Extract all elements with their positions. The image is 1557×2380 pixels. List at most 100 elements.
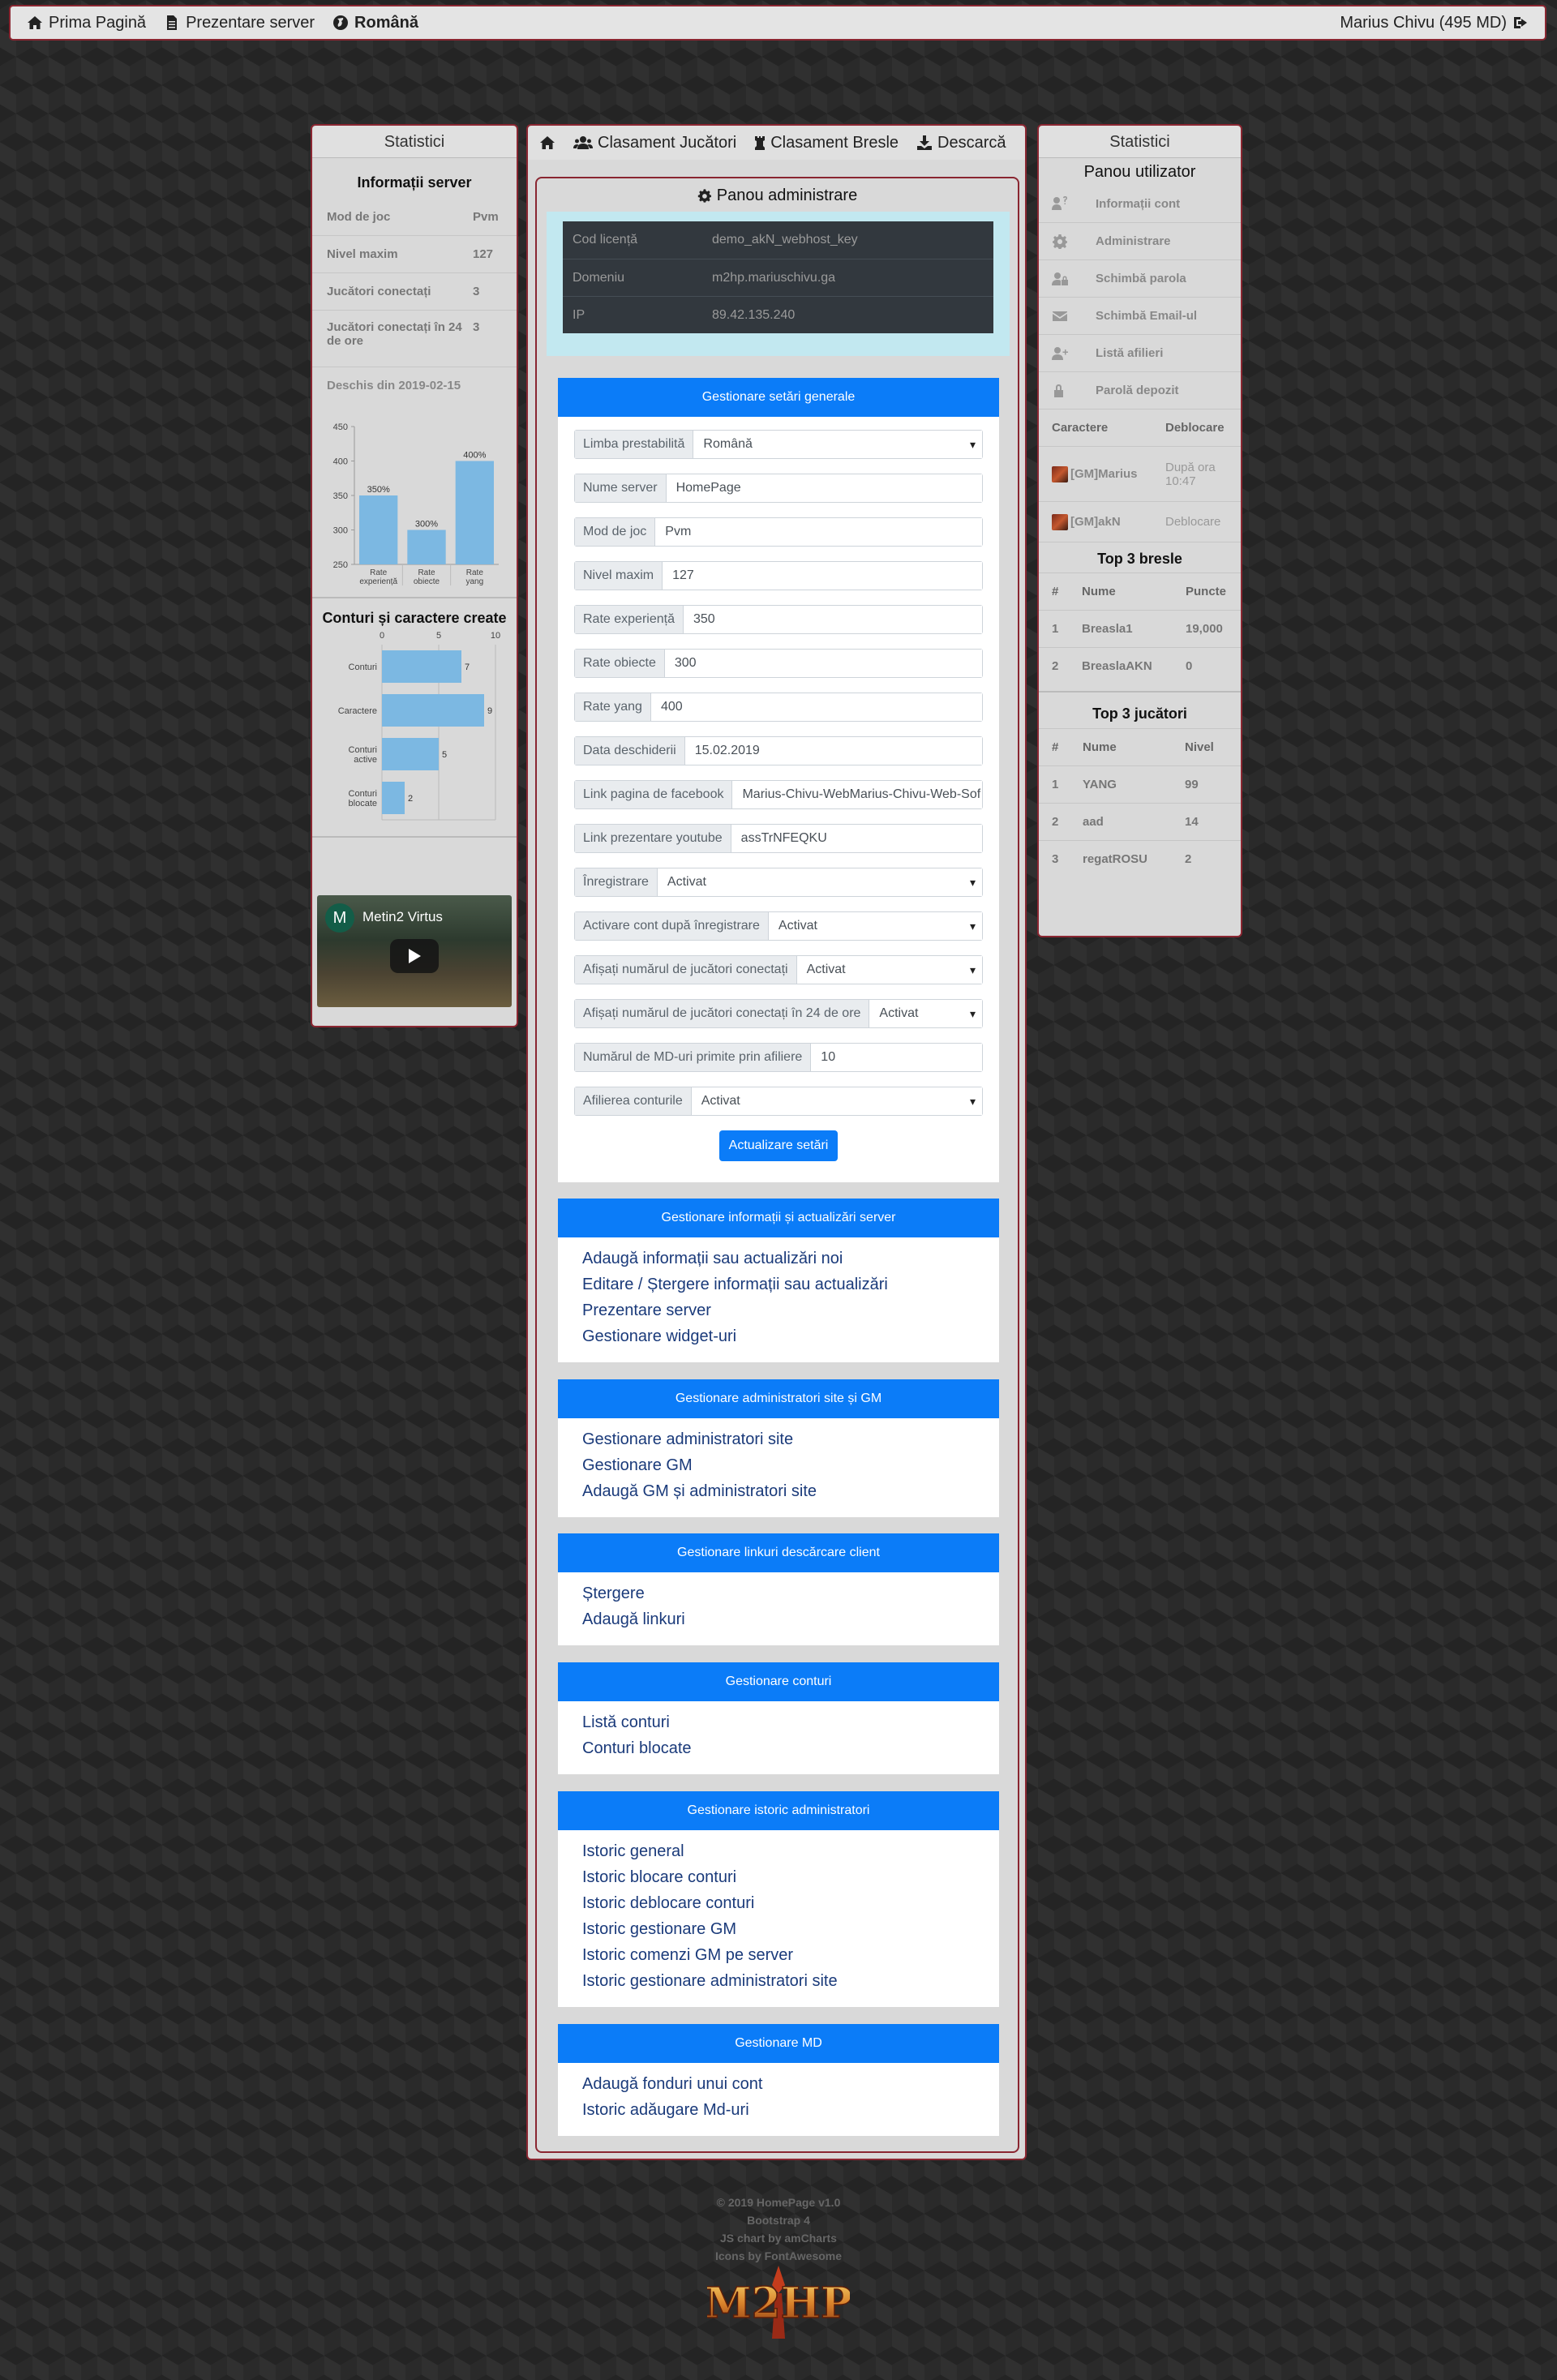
channel-avatar: M — [325, 903, 354, 933]
menu-storage-password[interactable]: Parolă depozit — [1039, 371, 1241, 409]
section-link[interactable]: Istoric deblocare conturi — [582, 1890, 975, 1916]
section-link[interactable]: Adaugă linkuri — [582, 1606, 975, 1632]
section-link[interactable]: Istoric gestionare GM — [582, 1916, 975, 1942]
character-avatar — [1052, 465, 1068, 482]
player-row: 3 regatROSU 2 — [1039, 840, 1241, 877]
col-points: Puncte — [1186, 585, 1227, 598]
info-row-game-mode: Mod de joc Pvm — [312, 198, 517, 235]
update-settings-button[interactable]: Actualizare setări — [719, 1130, 838, 1161]
player-level: 2 — [1185, 852, 1192, 866]
section-link[interactable]: Editare / Ștergere informații sau actual… — [582, 1271, 975, 1297]
setting-label: Numărul de MD-uri primite prin afiliere — [575, 1044, 812, 1071]
col-characters: Caractere — [1052, 421, 1109, 435]
sign-out-icon[interactable] — [1512, 15, 1529, 31]
section-header: Gestionare administratori site și GM — [558, 1379, 999, 1418]
video-title[interactable]: Metin2 Virtus — [362, 909, 443, 925]
character-row: [GM]Marius După ora 10:47 — [1039, 446, 1241, 501]
section-link[interactable]: Prezentare server — [582, 1297, 975, 1323]
menu-label: Informații cont — [1096, 196, 1181, 211]
menu-change-email[interactable]: Schimbă Email-ul — [1039, 297, 1241, 334]
exp-rate-input[interactable]: 350 — [683, 606, 982, 633]
registration-select[interactable]: Activat — [657, 868, 982, 896]
setting-facebook-link: Link pagina de facebook Marius-Chivu-WebM… — [574, 780, 983, 809]
character-unlock-link[interactable]: Deblocare — [1165, 515, 1220, 529]
section-link[interactable]: Gestionare administratori site — [582, 1426, 975, 1452]
setting-game-mode: Mod de joc Pvm — [574, 517, 983, 547]
bar-data-label: 5 — [442, 750, 447, 760]
setting-affiliate-md: Numărul de MD-uri primite prin afiliere 1… — [574, 1043, 983, 1072]
setting-label: Afișați numărul de jucători conectați în… — [575, 1000, 870, 1027]
section-link[interactable]: Istoric general — [582, 1838, 975, 1864]
item-rate-input[interactable]: 300 — [664, 650, 982, 677]
section-link[interactable]: Istoric gestionare administratori site — [582, 1968, 975, 1994]
logo-graphic: M2HP — [707, 2266, 850, 2339]
tab-home[interactable] — [539, 135, 555, 151]
character-name-cell[interactable]: [GM]akN — [1052, 513, 1165, 530]
right-statistics-panel: Statistici Panou utilizator Informații c… — [1037, 124, 1242, 937]
player-name: aad — [1083, 815, 1104, 829]
game-mode-input[interactable]: Pvm — [655, 518, 982, 546]
setting-label: Link prezentare youtube — [575, 825, 731, 852]
svg-text:M2HP: M2HP — [707, 2279, 850, 2328]
setting-label: Rate yang — [575, 693, 651, 721]
menu-administration[interactable]: Administrare — [1039, 222, 1241, 259]
section-link[interactable]: Listă conturi — [582, 1709, 975, 1735]
license-table: Cod licență demo_akN_webhost_key Domeniu… — [563, 221, 993, 333]
setting-label: Data deschiderii — [575, 737, 685, 765]
footer-copyright: © 2019 HomePage v1.0 — [716, 2196, 841, 2209]
y-tick-label: Conturi — [349, 663, 377, 672]
open-date-input[interactable]: 15.02.2019 — [684, 737, 982, 765]
menu-affiliates[interactable]: Listă afilieri — [1039, 334, 1241, 371]
menu-account-info[interactable]: Informații cont — [1039, 185, 1241, 222]
character-name-cell[interactable]: [GM]Marius — [1052, 465, 1165, 482]
lock-icon — [1054, 384, 1063, 397]
facebook-link-input[interactable]: Marius-Chivu-WebMarius-Chivu-Web-Sof — [732, 781, 982, 808]
section-link[interactable]: Adaugă fonduri unui cont — [582, 2071, 975, 2097]
menu-change-password[interactable]: Schimbă parola — [1039, 259, 1241, 297]
accounts-section: Gestionare conturi Listă conturi Conturi… — [558, 1662, 999, 1774]
player-rank: 3 — [1052, 852, 1059, 866]
section-link[interactable]: Ștergere — [582, 1580, 975, 1606]
opened-since-label: Deschis din 2019-02-15 — [312, 367, 517, 404]
server-name-input[interactable]: HomePage — [666, 474, 982, 502]
menu-label: Listă afilieri — [1096, 346, 1164, 360]
tab-guild-ranking[interactable]: Clasament Bresle — [754, 134, 899, 152]
section-link[interactable]: Adaugă GM și administratori site — [582, 1478, 975, 1504]
player-level: 99 — [1185, 778, 1199, 791]
section-link[interactable]: Gestionare widget-uri — [582, 1323, 975, 1349]
setting-label: Rate obiecte — [575, 650, 665, 677]
show-online-24h-select[interactable]: Activat — [869, 1000, 982, 1027]
youtube-link-input[interactable]: assTrNFEQKU — [731, 825, 982, 852]
nav-language-link[interactable]: Română — [332, 14, 418, 32]
section-link[interactable]: Adaugă informații sau actualizări noi — [582, 1246, 975, 1271]
nav-presentation-link[interactable]: Prezentare server — [164, 14, 315, 32]
show-online-select[interactable]: Activat — [796, 956, 982, 984]
tab-player-ranking[interactable]: Clasament Jucători — [573, 134, 736, 152]
md-section: Gestionare MD Adaugă fonduri unui cont I… — [558, 2024, 999, 2136]
section-link[interactable]: Conturi blocate — [582, 1735, 975, 1761]
admins-gm-section: Gestionare administratori site și GM Ges… — [558, 1379, 999, 1517]
account-activation-select[interactable]: Activat — [768, 912, 982, 940]
section-link[interactable]: Istoric adăugare Md-uri — [582, 2097, 975, 2123]
y-tick-label: Conturi — [349, 745, 377, 755]
max-level-input[interactable]: 127 — [663, 562, 982, 590]
rate-bar — [407, 530, 446, 564]
y-tick-label: Caractere — [338, 706, 377, 716]
admin-history-section: Gestionare istoric administratori Istori… — [558, 1791, 999, 2007]
guild-row: 1 Breasla1 19,000 — [1039, 610, 1241, 647]
affiliate-md-input[interactable]: 10 — [811, 1044, 982, 1071]
video-play-button[interactable] — [390, 939, 439, 973]
section-link[interactable]: Gestionare GM — [582, 1452, 975, 1478]
setting-youtube-link: Link prezentare youtube assTrNFEQKU — [574, 824, 983, 853]
default-language-select[interactable]: Română — [693, 431, 982, 458]
info-value: 3 — [473, 320, 480, 334]
nav-user-link[interactable]: Marius Chivu (495 MD) — [1340, 14, 1529, 32]
nav-home-link[interactable]: Prima Pagină — [27, 14, 146, 32]
x-tick-label: Rate — [466, 568, 484, 577]
yang-rate-input[interactable]: 400 — [650, 693, 982, 721]
section-link[interactable]: Istoric comenzi GM pe server — [582, 1942, 975, 1968]
section-link[interactable]: Istoric blocare conturi — [582, 1864, 975, 1890]
tab-download[interactable]: Descarcă — [916, 134, 1006, 152]
youtube-video-embed[interactable]: M Metin2 Virtus — [317, 895, 512, 1007]
affiliation-select[interactable]: Activat — [691, 1087, 982, 1115]
